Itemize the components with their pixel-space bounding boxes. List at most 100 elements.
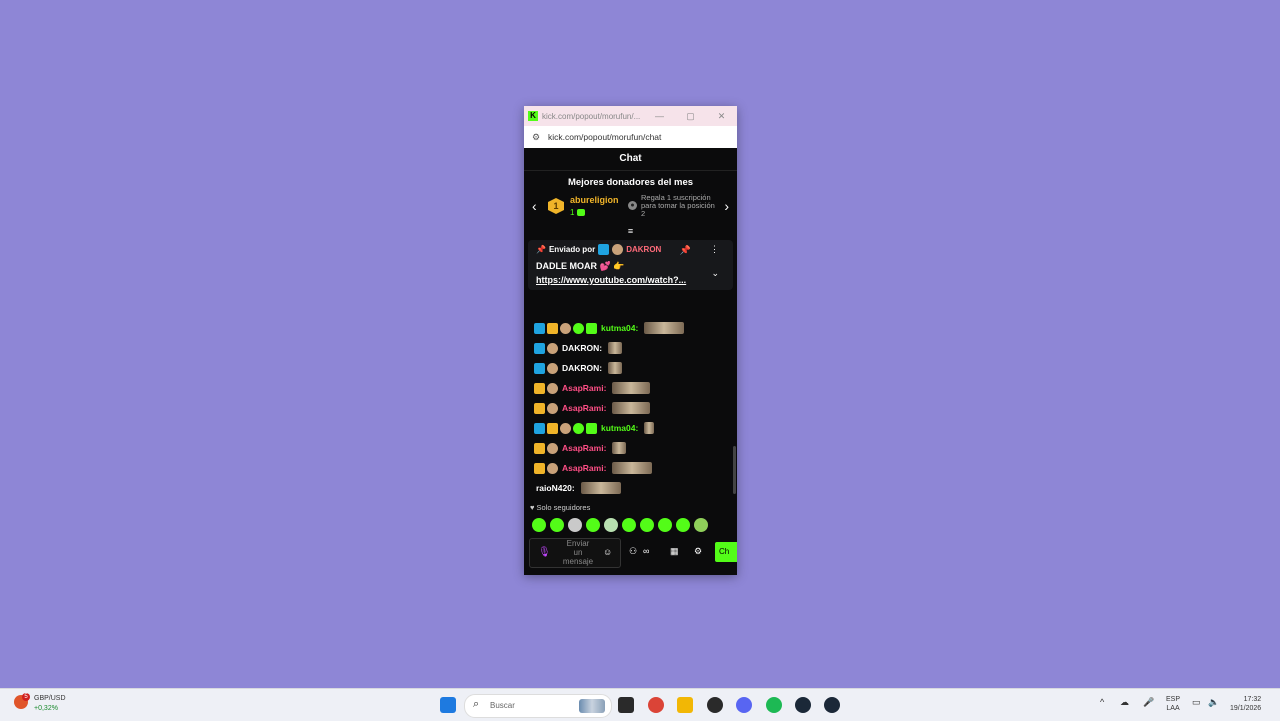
windows-taskbar: 5 GBP/USD +0,32% ⌕ Buscar ^ ☁ 🎤 ESP LAA … (0, 688, 1280, 721)
chat-username[interactable]: AsapRami: (562, 403, 606, 413)
pinned-message: 📌 Enviado por DAKRON 📌 ⋮ ⌄ DADLE MOAR 💕 … (528, 240, 733, 290)
clock-time: 17:32 (1243, 696, 1262, 703)
pinned-link[interactable]: https://www.youtube.com/watch?... (536, 275, 725, 285)
emote-button[interactable] (676, 518, 690, 532)
microphone-icon[interactable]: 🎙 (538, 547, 551, 558)
chat-emote-image (608, 362, 623, 374)
spotify-icon[interactable] (766, 697, 782, 713)
chat-username[interactable]: AsapRami: (562, 463, 606, 473)
steam-icon[interactable] (824, 697, 840, 713)
chat-message: AsapRami: (524, 438, 737, 458)
lang-line2: LAA (1166, 705, 1180, 712)
donors-title: Mejores donadores del mes (567, 177, 694, 188)
vip-badge-icon (534, 402, 545, 414)
chat-username[interactable]: DAKRON: (562, 343, 602, 353)
donors-carousel: ‹ 1 abureligion 1 ● Regala 1 suscripción… (524, 192, 737, 226)
vip-badge-icon (534, 462, 545, 474)
minimize-button[interactable]: — (644, 111, 675, 121)
heart-icon: ♥ (530, 503, 535, 512)
chat-username[interactable]: AsapRami: (562, 443, 606, 453)
chat-username[interactable]: kutma04: (601, 423, 638, 433)
gift-icon: ● (628, 201, 637, 210)
collapse-icon[interactable]: ≡ (524, 226, 737, 236)
chat-emote-image (644, 422, 655, 434)
send-button[interactable]: Ch (715, 542, 737, 562)
discord-icon[interactable] (736, 697, 752, 713)
chevron-right-icon[interactable]: › (724, 198, 729, 214)
chat-scrollbar[interactable] (733, 446, 736, 494)
emoji-icon[interactable]: ☺ (603, 547, 612, 557)
vip-badge-icon (547, 422, 558, 434)
emote-button[interactable] (658, 518, 672, 532)
file-explorer-icon[interactable] (677, 697, 693, 713)
start-icon[interactable] (440, 697, 456, 713)
emote-button[interactable] (640, 518, 654, 532)
address-bar[interactable]: ⚙ kick.com/popout/morufun/chat (524, 126, 737, 148)
og-badge-icon (560, 322, 571, 334)
pin-icon[interactable]: 📌 (680, 245, 691, 256)
task-view-icon[interactable] (618, 697, 634, 713)
chevron-up-icon[interactable]: ^ (1100, 697, 1104, 707)
search-icon: ⌕ (473, 698, 480, 710)
og-badge-icon (547, 382, 558, 394)
og-badge-icon (547, 402, 558, 414)
clock[interactable]: 17:32 19/1/2026 (1230, 695, 1261, 713)
chat-input[interactable]: 🎙 Enviar un mensaje ☺ (529, 538, 621, 568)
chat-username[interactable]: raioN420: (536, 483, 575, 493)
lang-line1: ESP (1166, 696, 1181, 703)
og-badge-icon (547, 442, 558, 454)
clock-date: 19/1/2026 (1230, 705, 1262, 712)
chat-message: AsapRami: (524, 378, 737, 398)
vip-badge-icon (547, 322, 558, 334)
donor-name[interactable]: abureligion (570, 195, 619, 205)
og-badge-icon (547, 362, 558, 374)
chat-username[interactable]: AsapRami: (562, 383, 606, 393)
microphone-tray-icon[interactable]: 🎤 (1143, 697, 1154, 708)
steam-icon[interactable] (795, 697, 811, 713)
emote-button[interactable] (532, 518, 546, 532)
chat-message: DAKRON: (524, 358, 737, 378)
widget-title[interactable]: GBP/USD (34, 695, 66, 702)
obs-icon[interactable] (707, 697, 723, 713)
sub-gift-icon (576, 209, 585, 217)
more-options-icon[interactable]: ⋮ (710, 244, 719, 255)
onedrive-icon[interactable]: ☁ (1120, 697, 1129, 708)
pinned-prefix: Enviado por (548, 245, 596, 254)
language-indicator[interactable]: ESP LAA (1166, 695, 1180, 713)
emote-button[interactable] (550, 518, 564, 532)
chevron-down-icon[interactable]: ⌄ (711, 268, 719, 279)
og-badge-icon (612, 244, 624, 255)
window-titlebar[interactable]: K kick.com/popout/morufun/... — ▢ ✕ (524, 106, 737, 126)
taskbar-search[interactable]: ⌕ Buscar (464, 694, 612, 718)
gear-icon[interactable]: ⚙ (694, 546, 702, 557)
pinned-header: 📌 Enviado por DAKRON (536, 244, 725, 255)
emote-button[interactable] (622, 518, 636, 532)
volume-icon[interactable]: 🔈 (1208, 697, 1219, 708)
url-text[interactable]: kick.com/popout/morufun/chat (548, 132, 661, 142)
chat-username[interactable]: kutma04: (601, 323, 638, 333)
emote-button[interactable] (586, 518, 600, 532)
chrome-icon[interactable] (648, 697, 664, 713)
chat-username[interactable]: DAKRON: (562, 363, 602, 373)
share-icon[interactable]: ⚇ (629, 546, 637, 557)
chat-emote-image (612, 462, 653, 474)
quick-emote-bar (532, 518, 708, 532)
chat-emote-image (612, 402, 651, 414)
emote-button[interactable] (694, 518, 708, 532)
site-settings-icon[interactable]: ⚙ (528, 132, 544, 143)
bot-badge-icon (586, 322, 597, 334)
infinity-icon[interactable]: ∞ (643, 546, 649, 556)
emote-button[interactable] (604, 518, 618, 532)
chat-emote-image (608, 342, 623, 354)
maximize-button[interactable]: ▢ (675, 111, 706, 122)
display-icon[interactable]: ▭ (1192, 697, 1201, 708)
chat-input-row: 🎙 Enviar un mensaje ☺ ⚇ ∞ ▦ ⚙ Ch (529, 538, 737, 568)
window-title: kick.com/popout/morufun/... (542, 111, 641, 121)
emote-button[interactable] (568, 518, 582, 532)
store-icon[interactable]: ▦ (670, 546, 679, 557)
pinned-sender[interactable]: DAKRON (626, 245, 661, 254)
chevron-left-icon[interactable]: ‹ (532, 198, 537, 214)
notification-badge: 5 (22, 693, 30, 701)
chat-emote-image (644, 322, 685, 334)
close-button[interactable]: ✕ (706, 111, 737, 122)
